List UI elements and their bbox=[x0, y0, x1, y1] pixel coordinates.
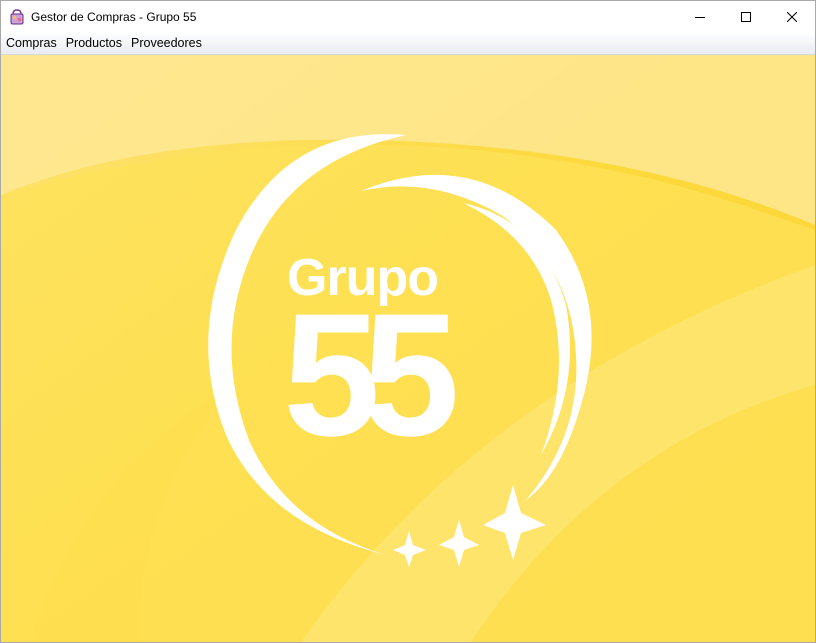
close-button[interactable] bbox=[769, 1, 815, 32]
minimize-icon bbox=[695, 16, 705, 18]
maximize-icon bbox=[741, 11, 751, 22]
window-title: Gestor de Compras - Grupo 55 bbox=[31, 9, 197, 24]
window-controls bbox=[677, 1, 815, 32]
menu-proveedores[interactable]: Proveedores bbox=[126, 32, 206, 54]
main-content: Grupo 55 bbox=[1, 55, 815, 642]
close-icon bbox=[787, 11, 797, 22]
maximize-button[interactable] bbox=[723, 1, 769, 32]
logo-number: 55 bbox=[283, 278, 455, 473]
menu-productos[interactable]: Productos bbox=[61, 32, 126, 54]
sparkle-medium-icon bbox=[439, 520, 479, 567]
sparkle-large-icon bbox=[483, 485, 546, 560]
grupo55-logo: Grupo 55 bbox=[208, 134, 592, 567]
app-window: Gestor de Compras - Grupo 55 Compras Pro… bbox=[0, 0, 816, 643]
menu-compras[interactable]: Compras bbox=[1, 32, 61, 54]
title-bar[interactable]: Gestor de Compras - Grupo 55 bbox=[1, 1, 815, 32]
menu-bar: Compras Productos Proveedores bbox=[1, 32, 815, 55]
minimize-button[interactable] bbox=[677, 1, 723, 32]
sparkle-small-icon bbox=[393, 531, 426, 567]
shopping-bag-icon bbox=[10, 8, 24, 24]
